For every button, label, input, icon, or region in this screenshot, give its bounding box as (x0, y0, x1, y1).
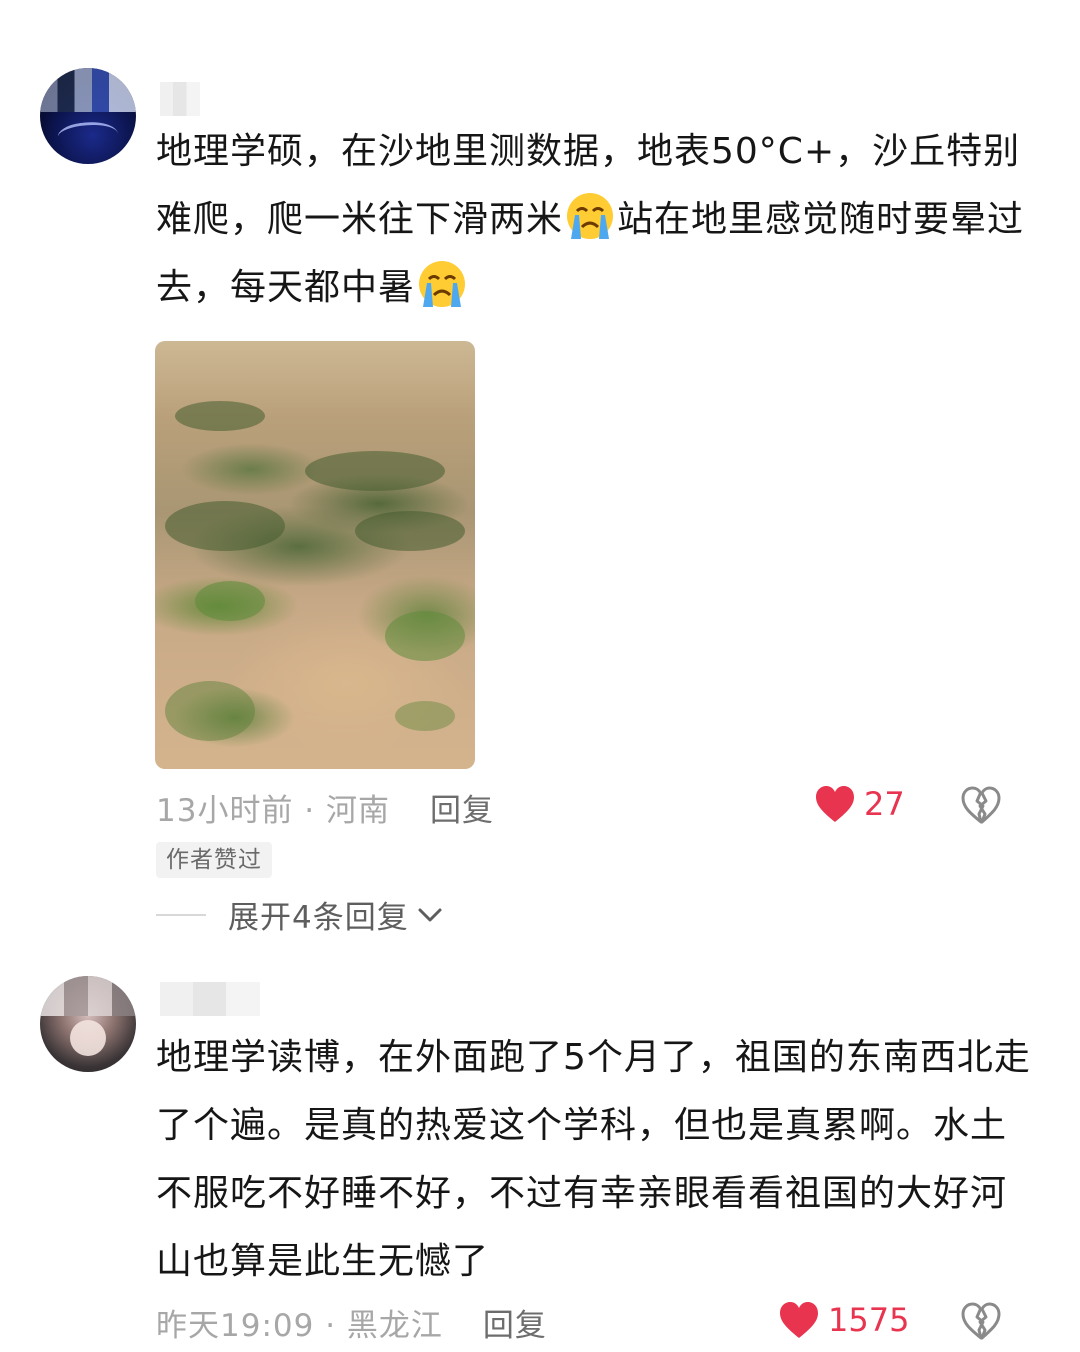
username-redacted[interactable] (160, 82, 200, 116)
comment-text: 地理学读博，在外面跑了5个月了，祖国的东南西北走了个遍。是真的热爱这个学科，但也… (156, 1037, 1031, 1282)
comment-text: 地理学硕，在沙地里测数据，地表50°C+，沙丘特别难爬，爬一米往下滑两米 站在地… (156, 131, 1025, 308)
crying-face-icon (419, 261, 466, 307)
comment-meta: 13小时前 · 河南 回复 (156, 785, 494, 830)
reply-button[interactable]: 回复 (430, 793, 494, 829)
reply-button[interactable]: 回复 (483, 1308, 547, 1344)
broken-heart-icon[interactable] (960, 785, 1002, 825)
heart-filled-icon (780, 1302, 818, 1338)
like-button[interactable]: 27 (814, 784, 905, 824)
username-redacted[interactable] (160, 982, 260, 1016)
expand-replies-label: 展开4条回复 (228, 900, 409, 936)
broken-heart-icon[interactable] (960, 1301, 1002, 1341)
avatar[interactable] (40, 68, 136, 164)
like-count: 27 (864, 785, 905, 823)
divider (156, 913, 206, 916)
avatar[interactable] (40, 976, 136, 1072)
crying-face-icon (567, 193, 614, 239)
author-liked-badge: 作者赞过 (156, 842, 272, 878)
timestamp-location: 昨天19:09 · 黑龙江 (156, 1308, 443, 1344)
chevron-down-icon (418, 908, 442, 921)
comment-photo[interactable] (155, 341, 475, 769)
timestamp-location: 13小时前 · 河南 (156, 793, 391, 829)
like-count: 1575 (828, 1301, 910, 1339)
like-button[interactable]: 1575 (778, 1300, 909, 1340)
heart-filled-icon (816, 786, 854, 822)
comment-meta: 昨天19:09 · 黑龙江 回复 (156, 1300, 547, 1345)
expand-replies-button[interactable]: 展开4条回复 (156, 892, 443, 937)
